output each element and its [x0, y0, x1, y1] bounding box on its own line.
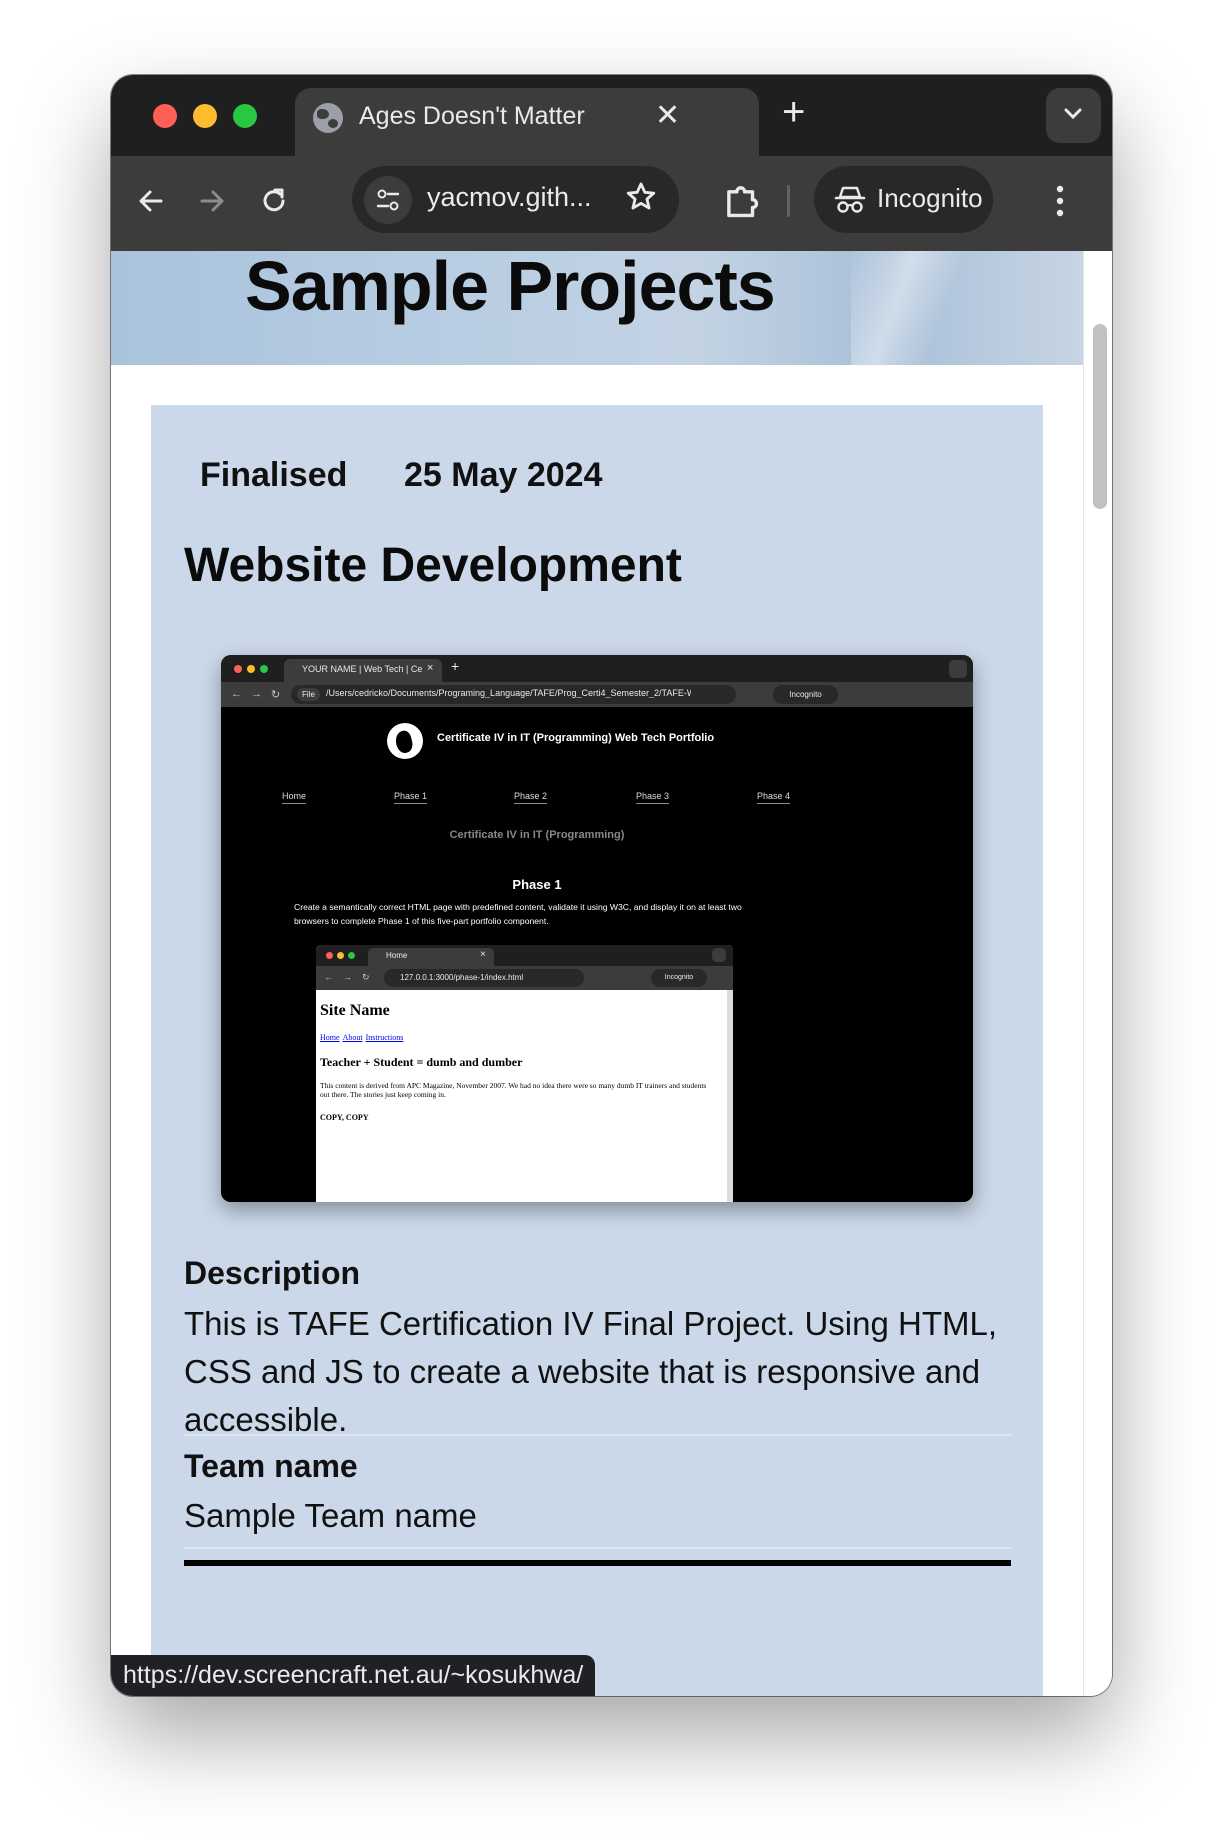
inner-page: Site Name Home About Instructions Teacher … [316, 990, 727, 1202]
section-rule [184, 1560, 1011, 1566]
new-tab-button[interactable]: + [782, 90, 805, 135]
project-status: Finalised [200, 456, 348, 494]
inner-tab-strip: Home × [316, 945, 733, 966]
project-date: 25 May 2024 [404, 456, 603, 494]
inner-site-name: Site Name [320, 1002, 390, 1019]
minimize-window-button[interactable] [193, 104, 217, 128]
preview-chevron-down-icon [949, 660, 967, 678]
preview-maximize-dot [260, 665, 268, 673]
preview-inner-browser: Home × ← → ↻ 127.0.0.1:3000/phase-1/inde… [316, 945, 733, 1202]
inner-minimize-dot [337, 952, 344, 959]
preview-site-title: Certificate IV in IT (Programming) Web T… [437, 732, 715, 744]
toolbar: yacmov.gith... Incognito [111, 156, 1112, 251]
url-text: yacmov.gith... [427, 182, 592, 212]
scrollbar-thumb[interactable] [1093, 324, 1107, 509]
inner-paragraph: This content is derived from APC Magazin… [320, 1081, 707, 1099]
incognito-button[interactable]: Incognito [814, 166, 993, 233]
arrow-right-icon[interactable] [197, 186, 227, 216]
preview-nav-phase4: Phase 4 [757, 791, 791, 804]
browser-window: Ages Doesn't Matter ✕ + yacmov.gith... I… [111, 75, 1112, 1696]
preview-incognito: Incognito [773, 685, 838, 704]
inner-link-about: About [342, 1033, 363, 1042]
tab-strip: Ages Doesn't Matter ✕ + [111, 75, 1112, 156]
tab-close-button[interactable]: ✕ [655, 98, 680, 133]
arrow-left-icon[interactable] [136, 186, 166, 216]
preview-tab-title: YOUR NAME | Web Tech | Ce [302, 664, 423, 674]
inner-reload-icon: ↻ [362, 972, 370, 982]
inner-heading: Teacher + Student = dumb and dumber [320, 1055, 523, 1069]
team-heading: Team name [184, 1448, 358, 1484]
link-status-bar: https://dev.screencraft.net.au/~kosukhwa… [111, 1655, 596, 1696]
inner-arrow-left-icon: ← [324, 972, 333, 982]
inner-link-instructions: Instructions [365, 1033, 404, 1042]
inner-toolbar: ← → ↻ 127.0.0.1:3000/phase-1/index.html … [316, 966, 733, 990]
star-icon[interactable] [624, 180, 658, 214]
inner-scrollbar [727, 990, 733, 1202]
preview-logo [387, 723, 423, 759]
puzzle-icon[interactable] [721, 180, 763, 222]
kebab-icon[interactable] [1056, 184, 1064, 218]
page-scrollbar[interactable] [1083, 251, 1112, 1696]
preview-arrow-left-icon: ← [231, 688, 242, 700]
project-card: Finalised 25 May 2024 Website Developmen… [151, 405, 1043, 1696]
inner-tab: Home × [368, 948, 494, 966]
project-title: Website Development [184, 539, 682, 592]
preview-page: Certificate IV in IT (Programming) Web T… [221, 707, 973, 1202]
chevron-down-icon [1064, 108, 1082, 120]
preview-tab-strip: YOUR NAME | Web Tech | Ce × + [221, 655, 973, 682]
preview-close-dot [234, 665, 242, 673]
inner-nav-links: Home About Instructions [320, 1033, 406, 1042]
inner-incognito: Incognito [651, 969, 707, 987]
maximize-window-button[interactable] [233, 104, 257, 128]
description-heading: Description [184, 1255, 361, 1291]
page-viewport: Sample Projects Finalised 25 May 2024 We… [111, 251, 1112, 1696]
browser-tab[interactable]: Ages Doesn't Matter ✕ [295, 88, 759, 156]
preview-nav-home: Home [282, 791, 307, 804]
preview-nav-phase3: Phase 3 [636, 791, 670, 804]
close-window-button[interactable] [153, 104, 177, 128]
page-title: Sample Projects [245, 251, 776, 325]
preview-tab-close-icon: × [427, 662, 434, 674]
site-info-button[interactable] [364, 176, 412, 224]
inner-link-home: Home [320, 1033, 340, 1042]
inner-chevron-down-icon [712, 948, 726, 962]
inner-tab-close-icon: × [480, 949, 486, 960]
incognito-label: Incognito [877, 183, 983, 213]
reload-icon[interactable] [259, 186, 289, 216]
preview-arrow-right-icon: → [251, 688, 262, 700]
preview-subtitle: Certificate IV in IT (Programming) [449, 829, 625, 841]
inner-maximize-dot [348, 952, 355, 959]
preview-tab: YOUR NAME | Web Tech | Ce × [284, 659, 442, 682]
preview-phase-heading: Phase 1 [512, 877, 562, 892]
inner-address-bar: 127.0.0.1:3000/phase-1/index.html [384, 969, 584, 987]
globe-icon [313, 103, 343, 133]
preview-reload-icon: ↻ [271, 689, 281, 701]
preview-file-chip: File [297, 688, 320, 701]
team-value: Sample Team name [184, 1497, 477, 1534]
toolbar-divider [787, 185, 790, 217]
preview-nav-phase1: Phase 1 [394, 791, 428, 804]
inner-arrow-right-icon: → [343, 972, 352, 982]
address-bar[interactable]: yacmov.gith... [352, 166, 679, 233]
preview-toolbar: ← → ↻ File /Users/cedricko/Documents/Pro… [221, 682, 973, 707]
preview-phase-text: Create a semantically correct HTML page … [294, 902, 742, 926]
tune-icon [376, 189, 400, 211]
preview-path: /Users/cedricko/Documents/Programing_Lan… [326, 688, 691, 698]
preview-address-bar: File /Users/cedricko/Documents/Programin… [291, 685, 736, 704]
incognito-icon [834, 186, 866, 213]
page-banner: Sample Projects [111, 251, 1083, 365]
inner-cut-text: COPY, COPY [320, 1113, 369, 1122]
preview-new-tab-icon: + [451, 658, 460, 674]
project-screenshot: YOUR NAME | Web Tech | Ce × + ← → ↻ File… [221, 655, 973, 1202]
divider [184, 1547, 1011, 1549]
description-text: This is TAFE Certification IV Final Proj… [184, 1305, 997, 1438]
tab-search-button[interactable] [1046, 88, 1101, 143]
tab-title: Ages Doesn't Matter [359, 102, 585, 130]
preview-minimize-dot [247, 665, 255, 673]
inner-tab-title: Home [386, 951, 408, 960]
preview-nav-phase2: Phase 2 [514, 791, 548, 804]
divider [184, 1434, 1011, 1436]
inner-close-dot [326, 952, 333, 959]
